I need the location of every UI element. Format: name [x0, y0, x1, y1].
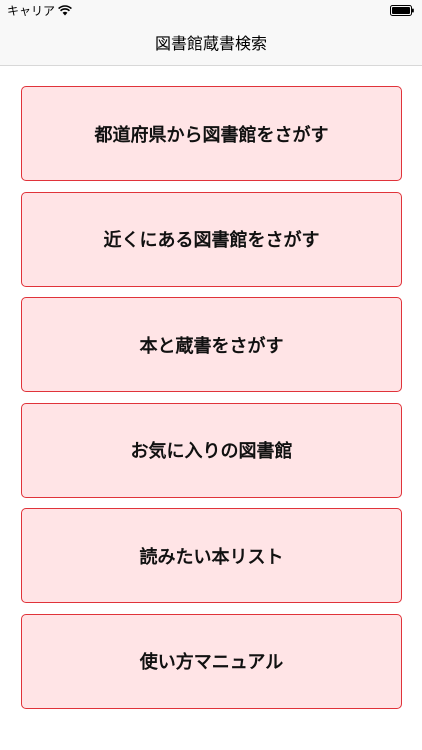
status-bar: キャリア	[0, 0, 422, 22]
carrier-label: キャリア	[7, 4, 56, 18]
wifi-icon	[58, 5, 72, 16]
search-books-button[interactable]: 本と蔵書をさがす	[21, 297, 402, 392]
navigation-bar: 図書館蔵書検索	[0, 22, 422, 66]
page-title: 図書館蔵書検索	[154, 34, 267, 53]
nearby-libraries-button[interactable]: 近くにある図書館をさがす	[21, 191, 402, 287]
main-menu: 都道府県から図書館をさがす 近くにある図書館をさがす 本と蔵書をさがす お気に入…	[21, 86, 402, 719]
favorite-libraries-button[interactable]: お気に入りの図書館	[21, 402, 402, 498]
reading-list-button[interactable]: 読みたい本リスト	[21, 508, 402, 603]
search-by-prefecture-button[interactable]: 都道府県から図書館をさがす	[21, 86, 402, 181]
user-manual-button[interactable]: 使い方マニュアル	[21, 613, 402, 709]
battery-full-icon	[390, 5, 414, 16]
